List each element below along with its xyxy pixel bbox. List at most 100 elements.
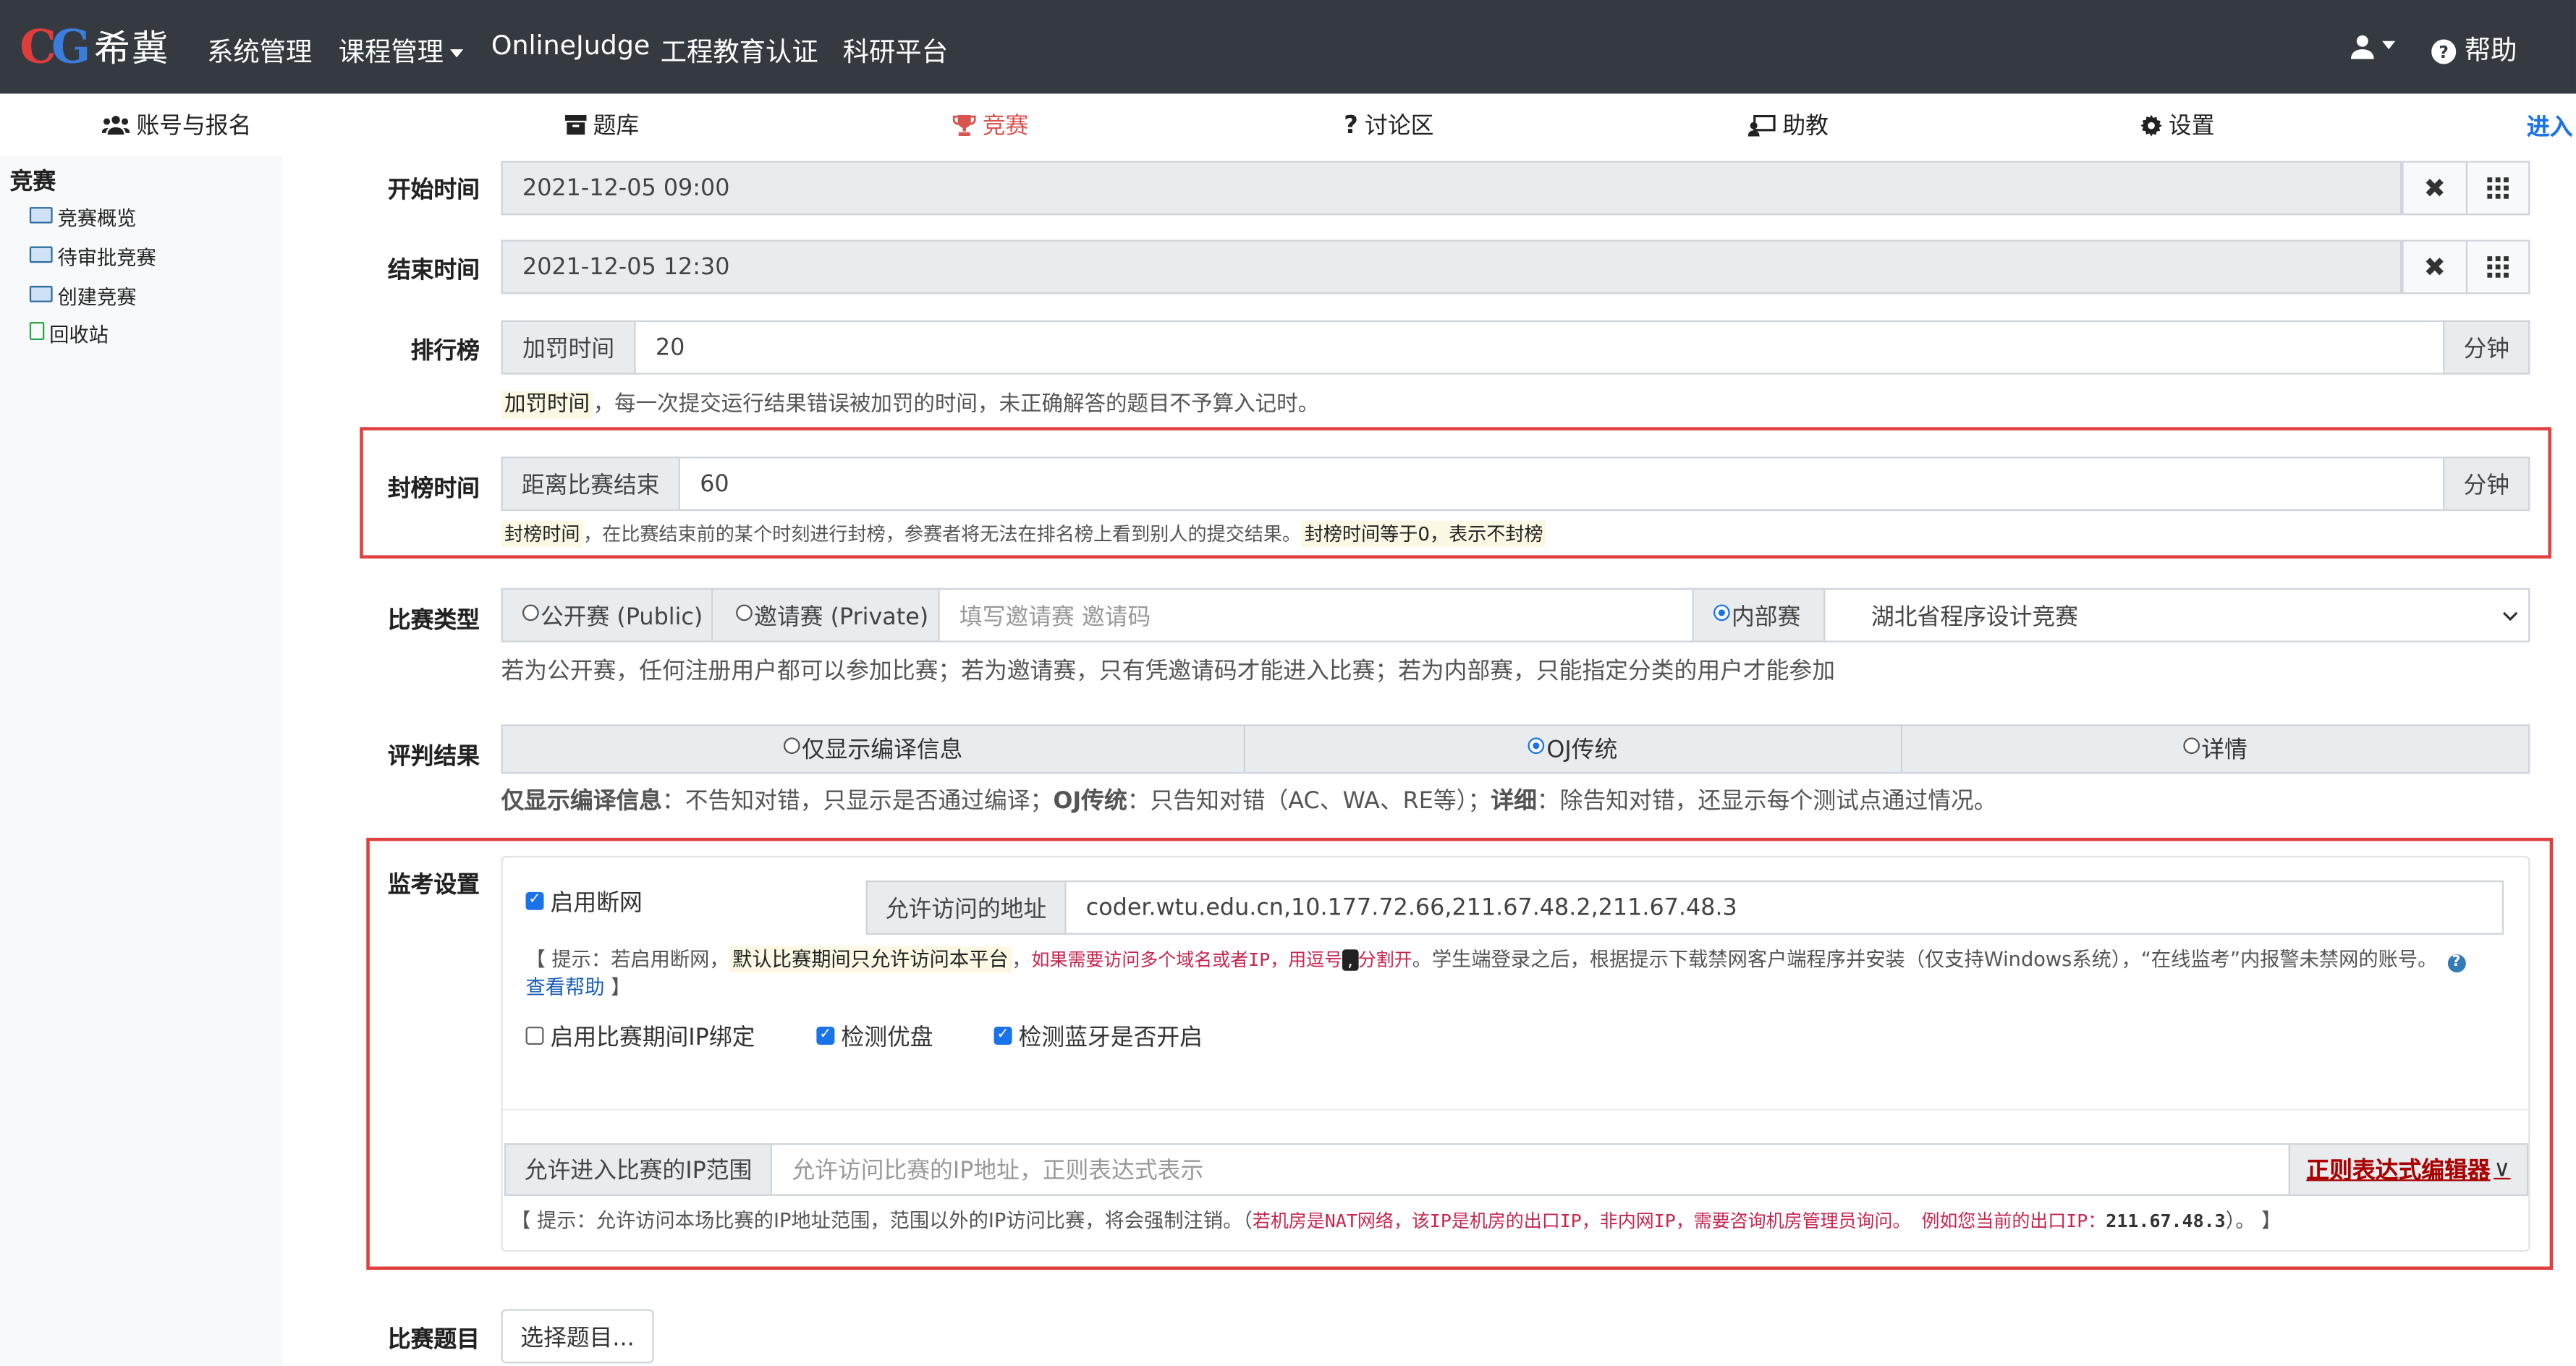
gear-icon: [2140, 114, 2162, 136]
top-navbar: C G 希冀 系统管理 课程管理 OnlineJudge 工程教育认证 科研平台…: [0, 0, 2576, 94]
tip-text: 。学生端登录之后，根据提示下载禁网客户端程序并安装（仅支持Windows系统），…: [1412, 948, 2438, 971]
freeze-time-input[interactable]: 60: [678, 457, 2445, 512]
tab-settings[interactable]: 设置: [2140, 109, 2214, 141]
comma-mark: ,: [1342, 949, 1358, 971]
checkbox-unchecked-icon[interactable]: [525, 1025, 544, 1044]
tip-text: 【 提示：若启用断网，: [525, 948, 729, 971]
network-cut-tip: 【 提示：若启用断网， 默认比赛期间只允许访问本平台 ，如果需要访问多个域名或者IP…: [525, 944, 2466, 973]
judge-option-detailed[interactable]: 详情: [1902, 726, 2528, 773]
penalty-time-input[interactable]: 20: [634, 320, 2445, 375]
checkbox-label: 启用比赛期间IP绑定: [550, 1024, 755, 1052]
start-time-input[interactable]: 2021-12-05 09:00: [501, 161, 2402, 216]
start-time-label: 开始时间: [387, 177, 480, 204]
nav-engineering-certification[interactable]: 工程教育认证: [661, 30, 818, 69]
tab-problem-bank[interactable]: 题库: [565, 109, 639, 141]
clear-start-time-button[interactable]: ✖: [2402, 161, 2468, 216]
tab-contest[interactable]: 竞赛: [952, 109, 1028, 141]
detect-bluetooth-checkbox[interactable]: ✓ 检测蓝牙是否开启: [993, 1020, 1203, 1053]
radio-internal[interactable]: [1713, 603, 1730, 621]
help-link[interactable]: ? 帮助: [2431, 28, 2517, 67]
allowed-address-input[interactable]: coder.wtu.edu.cn,10.177.72.66,211.67.48.…: [1064, 880, 2504, 935]
nav-online-judge[interactable]: OnlineJudge: [491, 30, 650, 61]
nav-course-management[interactable]: 课程管理: [339, 30, 464, 69]
user-icon: [2350, 34, 2374, 59]
tip-text: 【 提示：允许访问本场比赛的IP地址范围，范围以外的IP访问比赛，将会强制注销。…: [511, 1209, 1253, 1232]
detect-usb-checkbox[interactable]: ✓ 检测优盘: [816, 1020, 933, 1053]
recycle-bin-icon: [29, 321, 45, 340]
radio-oj-traditional[interactable]: [1528, 737, 1546, 755]
radio-public[interactable]: [522, 603, 539, 621]
ip-range-tip: 【 提示：允许访问本场比赛的IP地址范围，范围以外的IP访问比赛，将会强制注销。…: [511, 1205, 2281, 1234]
checkbox-checked-icon[interactable]: ✓: [993, 1025, 1012, 1044]
radio-detailed[interactable]: [2183, 737, 2200, 755]
enter-link[interactable]: 进入: [2527, 110, 2573, 143]
sidebar-item-pending-contests[interactable]: 待审批竞赛: [29, 243, 156, 271]
internal-contest-option[interactable]: 内部赛: [1692, 587, 1826, 642]
user-menu[interactable]: [2350, 28, 2396, 59]
private-option-label: 邀请赛 (Private): [754, 603, 929, 630]
view-help-link[interactable]: 查看帮助: [526, 976, 605, 999]
ip-bind-checkbox[interactable]: 启用比赛期间IP绑定: [525, 1020, 755, 1053]
tip-highlight: 默认比赛期间只允许访问本平台: [729, 946, 1012, 973]
end-time-input[interactable]: 2021-12-05 12:30: [501, 239, 2402, 294]
close-icon: ✖: [2423, 172, 2446, 204]
tab-discussion[interactable]: ? 讨论区: [1344, 109, 1433, 141]
freeze-time-label: 封榜时间: [387, 476, 480, 503]
radio-private[interactable]: [736, 603, 753, 621]
judge-option-compile-only[interactable]: 仅显示编译信息: [503, 726, 1245, 773]
public-contest-option[interactable]: 公开赛 (Public): [501, 587, 713, 642]
problems-label: 比赛题目: [387, 1327, 480, 1354]
checkbox-checked-icon[interactable]: ✓: [816, 1025, 835, 1044]
ip-range-input[interactable]: 允许访问比赛的IP地址，正则表达式表示: [770, 1143, 2290, 1196]
radio-compile-only[interactable]: [783, 737, 800, 755]
proctor-divider: [502, 1108, 2529, 1111]
tab-problem-bank-label: 题库: [593, 113, 640, 140]
folder-open-icon: [29, 205, 53, 223]
tip-text: 】: [604, 975, 631, 999]
freeze-help-highlight: 封榜时间: [501, 520, 583, 548]
penalty-help-highlight: 加罚时间: [501, 391, 593, 419]
judge-option-oj-traditional[interactable]: OJ传统: [1245, 726, 1903, 773]
regex-editor-button[interactable]: 正则表达式编辑器 ∨: [2288, 1143, 2529, 1196]
penalty-unit-addon: 分钟: [2443, 320, 2530, 375]
question-circle-icon[interactable]: ?: [2447, 954, 2466, 973]
tip-text: ，: [1012, 948, 1032, 971]
sidebar-item-recycle-bin[interactable]: 回收站: [29, 321, 109, 349]
enable-network-cut-checkbox[interactable]: ✓ 启用断网: [525, 886, 643, 918]
help-bold: 详细: [1491, 788, 1537, 815]
judge-result-label: 评判结果: [387, 744, 480, 771]
trophy-icon: [952, 114, 976, 135]
judge-option-label: 仅显示编译信息: [801, 737, 963, 764]
tip-text: ）。 】: [2225, 1209, 2281, 1232]
tab-accounts[interactable]: 账号与报名: [101, 109, 251, 141]
tab-assistant[interactable]: 助教: [1747, 109, 1829, 141]
help-bold: 仅显示编译信息: [501, 788, 662, 815]
judge-result-toggle: 仅显示编译信息 OJ传统 详情: [501, 724, 2530, 774]
checkbox-label: 启用断网: [550, 890, 643, 917]
ip-range-addon: 允许进入比赛的IP范围: [504, 1143, 773, 1196]
sidebar-item-contest-overview[interactable]: 竞赛概览: [29, 204, 136, 232]
nav-research-platform[interactable]: 科研平台: [843, 30, 948, 69]
end-time-label: 结束时间: [387, 258, 480, 284]
chevron-down-icon: [2382, 41, 2396, 50]
freeze-addon: 距离比赛结束: [501, 457, 680, 512]
select-problems-button[interactable]: 选择题目...: [501, 1309, 654, 1364]
private-contest-option[interactable]: 邀请赛 (Private): [711, 587, 940, 642]
clear-end-time-button[interactable]: ✖: [2402, 239, 2468, 294]
invite-code-input[interactable]: 填写邀请赛 邀请码: [938, 587, 1694, 642]
svg-text:?: ?: [2439, 42, 2449, 62]
category-select[interactable]: 湖北省程序设计竞赛: [1823, 587, 2530, 642]
logo-letter-c: C: [20, 19, 56, 74]
end-time-picker-button[interactable]: [2465, 239, 2530, 294]
checkbox-label: 检测优盘: [841, 1024, 933, 1052]
archive-icon: [565, 114, 587, 135]
network-cut-tip-line2: 查看帮助 】: [526, 972, 631, 1001]
checkbox-checked-icon[interactable]: ✓: [525, 891, 544, 909]
help-text: ：不告知对错，只显示是否通过编译；: [661, 788, 1054, 815]
logo[interactable]: C G 希冀: [20, 17, 169, 76]
nav-system-management[interactable]: 系统管理: [207, 30, 312, 69]
judge-option-label: 详情: [2201, 737, 2247, 764]
sidebar-item-create-contest[interactable]: 创建竞赛: [29, 283, 136, 311]
regex-editor-label: 正则表达式编辑器: [2306, 1158, 2491, 1184]
start-time-picker-button[interactable]: [2465, 161, 2530, 216]
